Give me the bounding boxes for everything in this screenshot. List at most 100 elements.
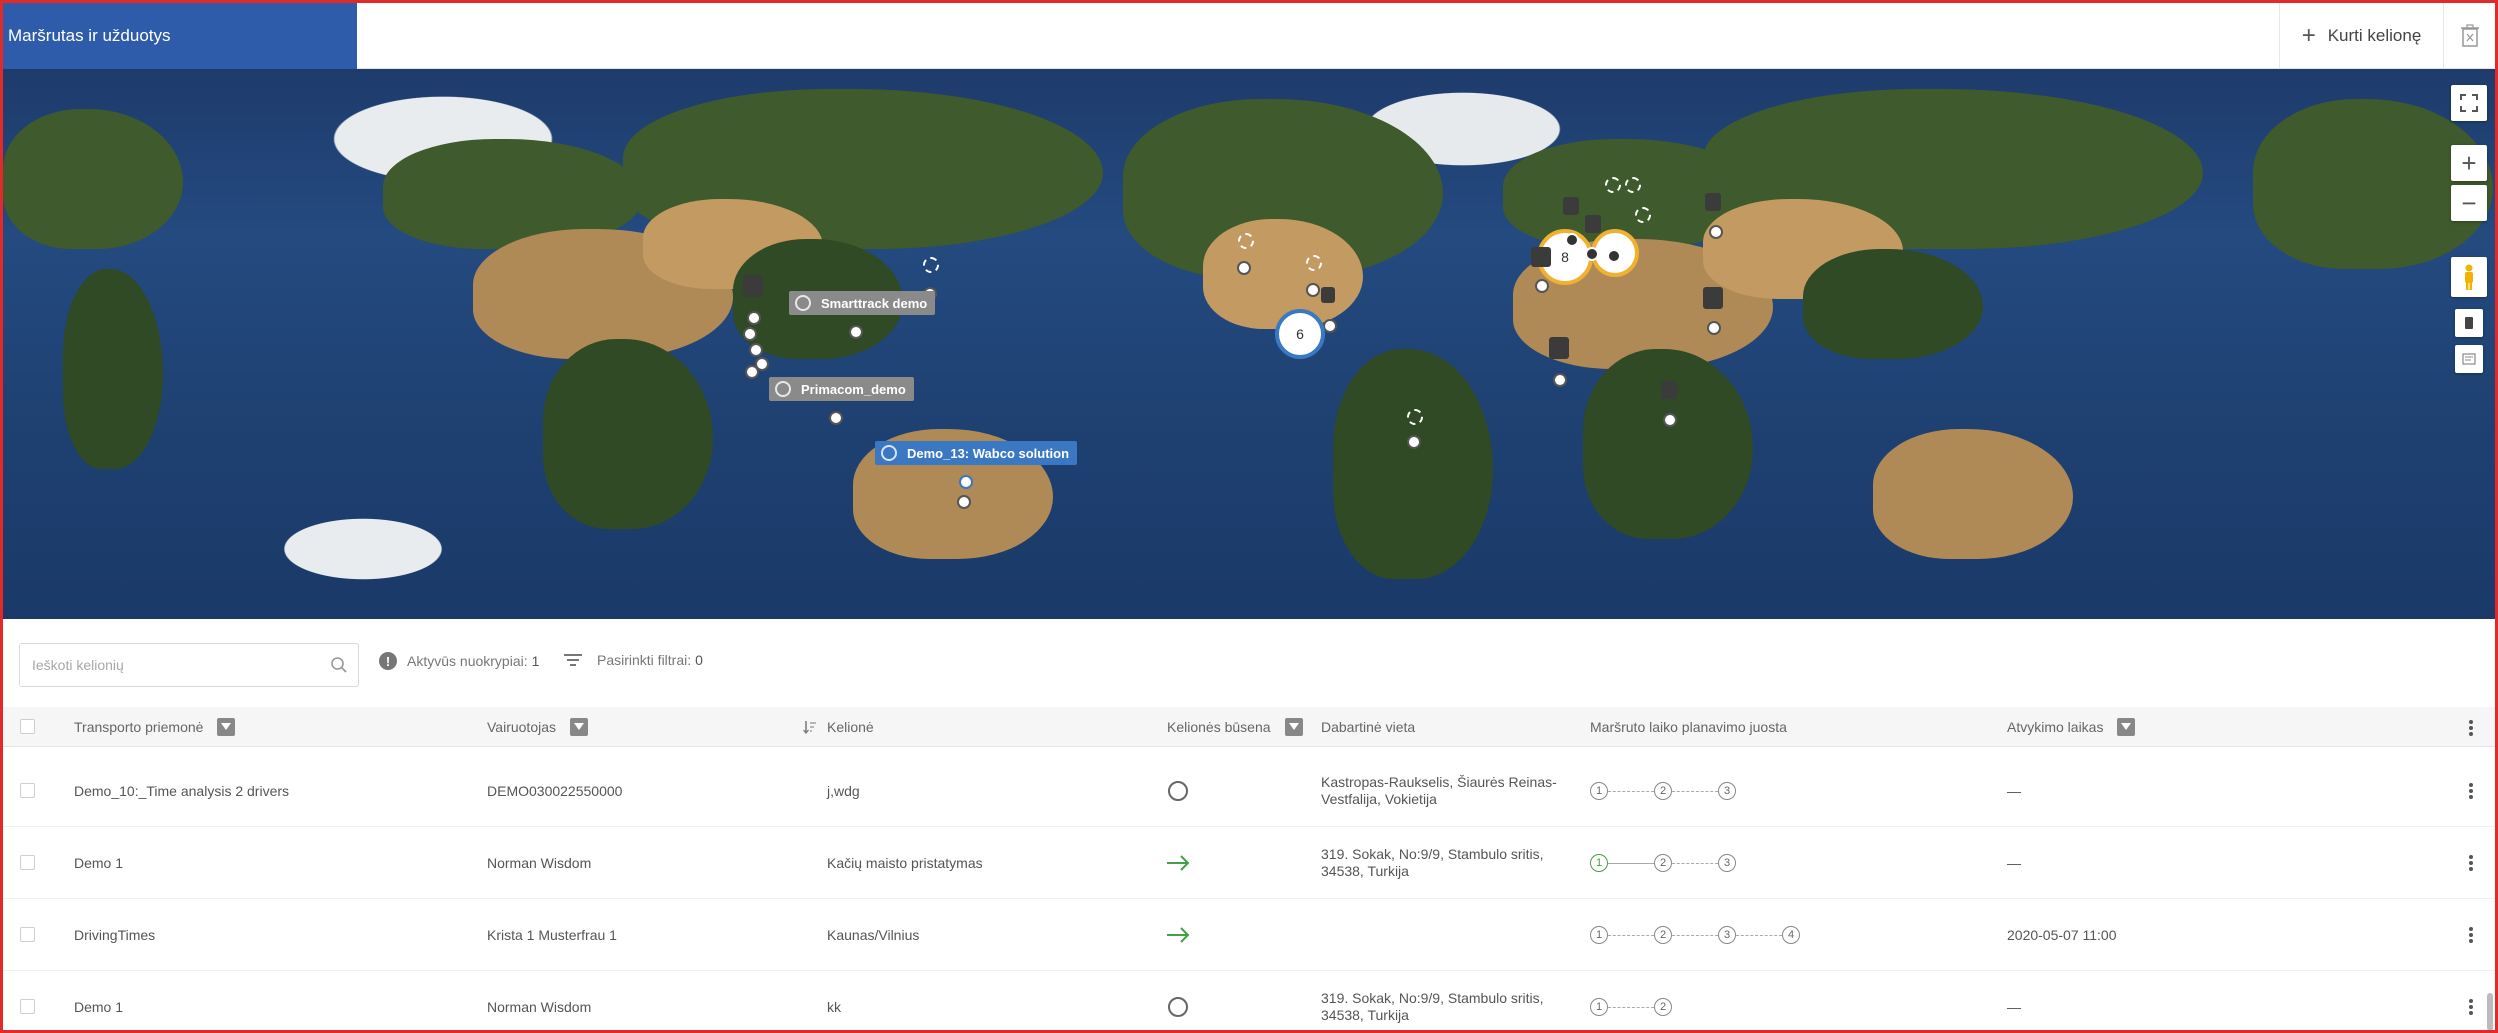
zoom-out-button[interactable]: −: [2451, 185, 2487, 221]
row-checkbox[interactable]: [20, 783, 35, 798]
filter-icon[interactable]: [217, 718, 236, 736]
map-pin-icon[interactable]: [1563, 197, 1579, 215]
timeline-step[interactable]: 2: [1654, 998, 1672, 1016]
map-pin-icon[interactable]: [1585, 215, 1601, 233]
map-pin-icon[interactable]: [1661, 381, 1677, 399]
table-row[interactable]: Demo 1 Norman Wisdom kk 319. Sokak, No:9…: [3, 971, 2495, 1030]
map-layer-button[interactable]: [2455, 309, 2483, 337]
route-timeline[interactable]: 1 2 3: [1590, 827, 1736, 899]
map-marker[interactable]: [829, 411, 843, 425]
filter-lines-icon: [564, 654, 582, 666]
timeline-step[interactable]: 2: [1654, 854, 1672, 872]
map-marker[interactable]: [1323, 319, 1337, 333]
timeline-step[interactable]: 3: [1718, 854, 1736, 872]
map-marker[interactable]: [749, 343, 763, 357]
timeline-step[interactable]: 1: [1590, 926, 1608, 944]
map-marker[interactable]: [745, 365, 759, 379]
row-checkbox[interactable]: [20, 927, 35, 942]
row-menu-icon[interactable]: [2469, 997, 2473, 1017]
timeline-step[interactable]: 2: [1654, 926, 1672, 944]
selected-filters[interactable]: Pasirinkti filtrai: 0: [563, 652, 703, 668]
search-input[interactable]: [20, 644, 300, 686]
map-pin-icon[interactable]: [1703, 287, 1723, 309]
filter-icon[interactable]: [2117, 718, 2136, 736]
table-row[interactable]: Demo 1 Norman Wisdom Kačių maisto prista…: [3, 827, 2495, 899]
map-loop-icon[interactable]: [1238, 233, 1254, 249]
timeline-step[interactable]: 2: [1654, 782, 1672, 800]
map-loop-icon[interactable]: [1635, 207, 1651, 223]
header-trip[interactable]: Kelionė: [803, 707, 874, 747]
route-timeline[interactable]: 1 2 3: [1590, 755, 1736, 827]
map-marker[interactable]: [1535, 279, 1549, 293]
active-deviations[interactable]: ! Aktyvūs nuokrypiai: 1: [379, 652, 539, 670]
map-marker[interactable]: [1707, 321, 1721, 335]
map-loop-icon[interactable]: [1605, 177, 1621, 193]
select-all-checkbox[interactable]: [20, 719, 35, 734]
route-timeline[interactable]: 1 2 3 4: [1590, 899, 1800, 971]
zoom-in-button[interactable]: +: [2451, 145, 2487, 181]
row-checkbox[interactable]: [20, 999, 35, 1014]
map-legend-button[interactable]: [2455, 345, 2483, 373]
table-scrollbar[interactable]: [2487, 993, 2493, 1030]
table-row[interactable]: DrivingTimes Krista 1 Musterfrau 1 Kauna…: [3, 899, 2495, 971]
search-box[interactable]: [19, 643, 359, 687]
row-menu-icon[interactable]: [2469, 781, 2473, 801]
map-pin-icon[interactable]: [743, 275, 763, 297]
map-marker[interactable]: [1407, 435, 1421, 449]
row-menu-icon[interactable]: [2469, 925, 2473, 945]
world-map[interactable]: Smarttrack demo Primacom_demo Demo_13: W…: [3, 69, 2495, 619]
map-pin-icon[interactable]: [1531, 247, 1551, 267]
timeline-step[interactable]: 1: [1590, 782, 1608, 800]
map-loop-icon[interactable]: [1625, 177, 1641, 193]
street-view-button[interactable]: [2451, 257, 2487, 297]
row-menu-icon[interactable]: [2469, 853, 2473, 873]
map-label-demo13[interactable]: Demo_13: Wabco solution: [875, 441, 1078, 465]
map-marker[interactable]: [849, 325, 863, 339]
map-cluster-americas[interactable]: 6: [1275, 309, 1325, 359]
map-marker[interactable]: [1553, 373, 1567, 387]
filter-icon[interactable]: [570, 718, 589, 736]
table-row[interactable]: Demo_10:_Time analysis 2 drivers DEMO030…: [3, 755, 2495, 827]
map-marker[interactable]: [743, 327, 757, 341]
map-pin-icon[interactable]: [1321, 287, 1335, 303]
columns-menu-icon[interactable]: [2469, 718, 2473, 738]
map-marker[interactable]: [1306, 283, 1320, 297]
map-pin-icon[interactable]: [1705, 193, 1721, 211]
timeline-step[interactable]: 1: [1590, 854, 1608, 872]
map-marker[interactable]: [1709, 225, 1723, 239]
map-marker[interactable]: [959, 475, 973, 489]
header-eta[interactable]: Atvykimo laikas: [2007, 707, 2136, 747]
map-marker[interactable]: [1565, 233, 1579, 247]
map-marker[interactable]: [747, 311, 761, 325]
fullscreen-button[interactable]: [2451, 85, 2487, 121]
map-marker[interactable]: [1585, 247, 1599, 261]
create-trip-label: Kurti kelionę: [2327, 26, 2422, 45]
map-loop-icon[interactable]: [1306, 255, 1322, 271]
header-status[interactable]: Kelionės būsena: [1167, 707, 1303, 747]
map-marker[interactable]: [1237, 261, 1251, 275]
timeline-step[interactable]: 4: [1782, 926, 1800, 944]
map-label-smarttrack[interactable]: Smarttrack demo: [789, 291, 936, 315]
timeline-step[interactable]: 3: [1718, 926, 1736, 944]
header-driver[interactable]: Vairuotojas: [487, 707, 589, 747]
cell-trip: Kačių maisto pristatymas: [827, 854, 983, 871]
header-vehicle[interactable]: Transporto priemonė: [74, 707, 236, 747]
create-trip-button[interactable]: + Kurti kelionę: [2279, 3, 2443, 69]
map-pin-icon[interactable]: [1549, 337, 1569, 359]
map-label-primacom[interactable]: Primacom_demo: [769, 377, 914, 401]
map-marker[interactable]: [957, 495, 971, 509]
timeline-step[interactable]: 3: [1718, 782, 1736, 800]
header-timeline[interactable]: Maršruto laiko planavimo juosta: [1590, 707, 1787, 747]
map-marker[interactable]: [1607, 249, 1621, 263]
route-timeline[interactable]: 1 2: [1590, 971, 1672, 1030]
cell-status: [1168, 755, 1188, 827]
map-loop-icon[interactable]: [923, 257, 939, 273]
header-location[interactable]: Dabartinė vieta: [1321, 707, 1415, 747]
timeline-step[interactable]: 1: [1590, 998, 1608, 1016]
cell-vehicle: DrivingTimes: [74, 926, 156, 943]
delete-trip-button[interactable]: [2443, 3, 2495, 69]
filter-icon[interactable]: [1284, 718, 1303, 736]
map-loop-icon[interactable]: [1407, 409, 1423, 425]
row-checkbox[interactable]: [20, 855, 35, 870]
map-marker[interactable]: [1663, 413, 1677, 427]
